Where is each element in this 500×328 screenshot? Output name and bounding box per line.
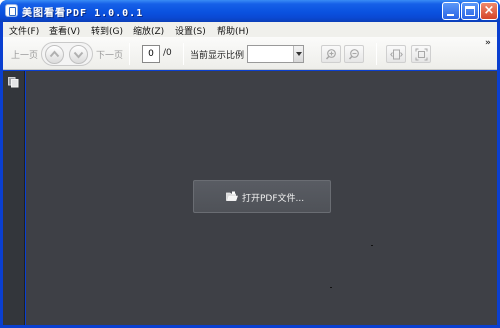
chevron-down-icon	[73, 51, 84, 59]
toolbar-overflow-button[interactable]: »	[485, 38, 491, 48]
document-viewer[interactable]: 打开PDF文件...	[26, 71, 497, 325]
menu-settings[interactable]: 设置(S)	[175, 24, 206, 37]
title-bar[interactable]: 美图看看PDF 1.0.0.1 ×	[0, 0, 500, 22]
page-total: /0	[163, 48, 172, 58]
app-logo-icon	[5, 4, 18, 17]
toolbar-separator	[183, 43, 184, 65]
window-title: 美图看看PDF 1.0.0.1	[22, 8, 144, 19]
menu-goto[interactable]: 转到(G)	[91, 24, 123, 37]
zoom-out-button[interactable]	[344, 45, 364, 63]
viewer-artifact	[330, 287, 332, 288]
fit-width-icon	[390, 49, 403, 60]
zoom-label: 当前显示比例	[190, 51, 245, 61]
dropdown-arrow-icon[interactable]	[293, 46, 303, 62]
maximize-button[interactable]	[461, 2, 479, 20]
page-up-button[interactable]	[45, 45, 64, 64]
pages-panel-icon[interactable]	[8, 77, 19, 88]
zoom-in-button[interactable]	[321, 45, 341, 63]
menu-bar: 文件(F) 查看(V) 转到(G) 缩放(Z) 设置(S) 帮助(H)	[3, 22, 497, 37]
chevron-up-icon	[49, 50, 60, 58]
page-number-input[interactable]: 0	[142, 45, 160, 63]
page-nav-group	[41, 42, 93, 66]
open-pdf-label: 打开PDF文件...	[242, 194, 305, 204]
close-button[interactable]: ×	[480, 2, 498, 20]
menu-help[interactable]: 帮助(H)	[217, 24, 249, 37]
zoom-out-icon	[348, 49, 359, 60]
menu-view[interactable]: 查看(V)	[49, 24, 80, 37]
prev-page-button[interactable]: 上一页	[11, 48, 38, 61]
minimize-button[interactable]	[442, 2, 460, 20]
fit-page-button[interactable]	[411, 45, 431, 63]
folder-open-icon	[226, 191, 238, 201]
fit-page-icon	[415, 48, 428, 61]
toolbar-separator	[376, 43, 377, 65]
next-page-button[interactable]: 下一页	[96, 48, 123, 61]
maximize-icon	[465, 6, 475, 16]
open-pdf-button[interactable]: 打开PDF文件...	[193, 180, 331, 213]
toolbar-separator	[129, 43, 130, 65]
menu-zoom[interactable]: 缩放(Z)	[133, 24, 164, 37]
page-down-button[interactable]	[69, 45, 88, 64]
minimize-icon	[447, 14, 454, 16]
app-window: 美图看看PDF 1.0.0.1 × 文件(F) 查看(V) 转到(G) 缩放(Z…	[0, 0, 500, 328]
toolbar: 上一页 下一页 0 /0 当前显示比例 »	[3, 37, 497, 70]
menu-file[interactable]: 文件(F)	[9, 24, 39, 37]
zoom-select[interactable]	[247, 45, 304, 63]
viewer-artifact	[371, 245, 373, 246]
zoom-in-icon	[325, 49, 336, 60]
close-icon: ×	[483, 3, 495, 18]
thumbnail-sidebar	[3, 71, 25, 325]
fit-width-button[interactable]	[386, 45, 406, 63]
